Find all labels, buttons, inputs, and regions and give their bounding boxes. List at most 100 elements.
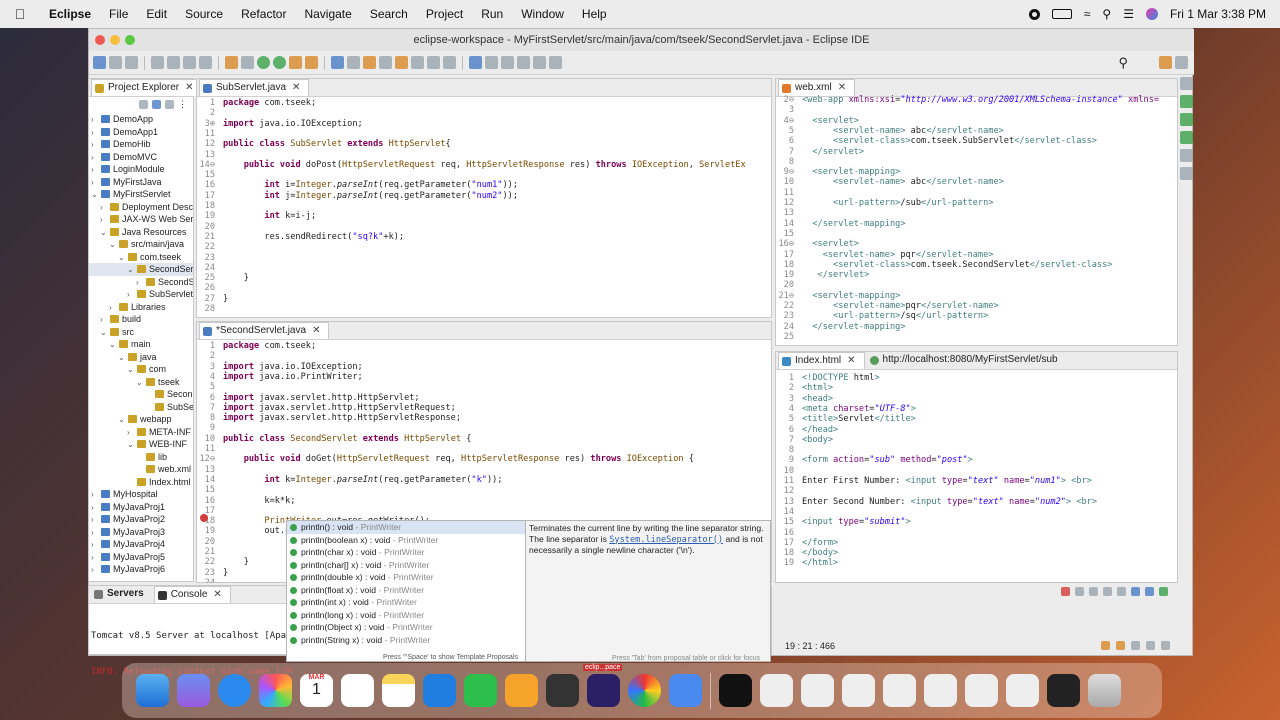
tree-item[interactable]: › MyJavaProj2 xyxy=(89,513,193,526)
tree-item[interactable]: › Deployment Descr xyxy=(89,201,193,214)
tree-item[interactable]: ⌄ Java Resources xyxy=(89,226,193,239)
tree-item[interactable]: web.xml xyxy=(89,463,193,476)
tree-item[interactable]: ⌄ MyFirstServlet xyxy=(89,188,193,201)
open-console-icon[interactable] xyxy=(1159,587,1168,596)
record-icon[interactable] xyxy=(1028,8,1040,20)
status-icon-1[interactable] xyxy=(1101,641,1110,650)
tree-item[interactable]: › DemoApp1 xyxy=(89,126,193,139)
code-line[interactable]: int j=Integer.parseInt(req.getParameter(… xyxy=(223,191,518,201)
tab-indexhtml[interactable]: Index.html ✕ xyxy=(778,352,865,369)
tree-item[interactable]: › LoginModule xyxy=(89,163,193,176)
trim-restore-icon[interactable] xyxy=(1179,77,1193,90)
toolbar-icon-9[interactable] xyxy=(241,56,254,69)
filter-icon[interactable] xyxy=(165,99,174,109)
code-line[interactable]: import java.io.IOException; xyxy=(223,119,363,129)
toolbar-icon-26[interactable] xyxy=(501,56,514,69)
show-whitespace-icon[interactable] xyxy=(443,56,456,69)
menu-source[interactable]: Source xyxy=(176,7,232,21)
close-icon[interactable]: ✕ xyxy=(292,82,300,93)
tree-item[interactable]: › Libraries xyxy=(89,301,193,314)
menu-refactor[interactable]: Refactor xyxy=(232,7,295,21)
expand-arrow-icon[interactable]: › xyxy=(91,514,101,527)
run-icon[interactable] xyxy=(273,56,286,69)
perspective-java-ee-icon[interactable] xyxy=(1159,56,1172,69)
tab-webxml[interactable]: web.xml ✕ xyxy=(778,79,856,96)
quicktime-icon[interactable] xyxy=(669,674,702,707)
code-line[interactable]: import java.io.PrintWriter; xyxy=(223,372,363,382)
tree-item[interactable]: ⌄ com.tseek xyxy=(89,251,193,264)
tree-item[interactable]: › DemoMVC xyxy=(89,151,193,164)
tree-item[interactable]: Index.html xyxy=(89,476,193,489)
tree-item[interactable]: › MyJavaProj1 xyxy=(89,501,193,514)
toggle-highlight-icon[interactable] xyxy=(395,56,408,69)
tab-project-explorer[interactable]: Project Explorer ✕ xyxy=(91,79,203,96)
zoom-window-icon[interactable] xyxy=(125,35,135,45)
eclipse-icon[interactable]: eclip...pace xyxy=(583,664,623,707)
menu-clock[interactable]: Fri 1 Mar 3:38 PM xyxy=(1170,7,1266,21)
menu-edit[interactable]: Edit xyxy=(137,7,176,21)
expand-arrow-icon[interactable]: › xyxy=(91,539,101,552)
webxml-code[interactable]: 2⊖ <web-app xmlns:xsi="http://www.w3.org/… xyxy=(776,95,1176,345)
toolbar-icon-29[interactable] xyxy=(549,56,562,69)
code-line[interactable]: k=k*k; xyxy=(223,496,295,506)
spotlight-search-icon[interactable]: ⚲ xyxy=(1102,7,1111,21)
status-icon-3[interactable] xyxy=(1131,641,1140,650)
code-line[interactable]: <servlet-name>pqr</servlet-name> xyxy=(802,301,999,311)
code-line[interactable]: int i=Integer.parseInt(req.getParameter(… xyxy=(223,180,518,190)
code-line[interactable]: <head> xyxy=(802,394,833,404)
menu-run[interactable]: Run xyxy=(472,7,512,21)
tab-servers[interactable]: Servers xyxy=(91,586,152,603)
tree-item[interactable]: ⌄ main xyxy=(89,338,193,351)
code-line[interactable]: } xyxy=(223,557,249,567)
proposal-item[interactable]: println(Object x) : void - PrintWriter xyxy=(287,621,525,634)
new-class-icon[interactable] xyxy=(331,56,344,69)
expand-arrow-icon[interactable]: › xyxy=(100,214,110,227)
code-line[interactable]: import javax.servlet.http.HttpServlet; xyxy=(223,393,420,403)
recent-window-4[interactable] xyxy=(842,674,875,707)
tree-item[interactable]: › MyHospital xyxy=(89,488,193,501)
recent-window-1[interactable] xyxy=(719,674,752,707)
code-line[interactable]: </servlet> xyxy=(802,270,870,280)
tree-item[interactable]: › DemoApp xyxy=(89,113,193,126)
menu-app-name[interactable]: Eclipse xyxy=(40,7,100,21)
code-line[interactable]: public class SubServlet extends HttpServ… xyxy=(223,139,451,149)
tab-secondservlet[interactable]: *SecondServlet.java ✕ xyxy=(199,322,330,339)
tree-item[interactable]: ⌄ src/main/java xyxy=(89,238,193,251)
code-line[interactable]: int k=Integer.parseInt(req.getParameter(… xyxy=(223,475,502,485)
expand-arrow-icon[interactable]: ⌄ xyxy=(127,364,137,377)
keynote-icon[interactable] xyxy=(423,674,456,707)
tree-item[interactable]: ⌄ WEB-INF xyxy=(89,438,193,451)
expand-arrow-icon[interactable]: › xyxy=(91,114,101,127)
proposal-item[interactable]: println(char[] x) : void - PrintWriter xyxy=(287,559,525,572)
tree-item[interactable]: › MyJavaProj4 xyxy=(89,538,193,551)
debug-icon[interactable] xyxy=(257,56,270,69)
code-line[interactable]: <servlet> xyxy=(802,116,859,126)
close-icon[interactable]: ✕ xyxy=(847,355,855,366)
expand-arrow-icon[interactable]: ⌄ xyxy=(109,239,119,252)
proposal-item[interactable]: println(boolean x) : void - PrintWriter xyxy=(287,534,525,547)
minimize-window-icon[interactable] xyxy=(110,35,120,45)
terminate-icon[interactable] xyxy=(1061,587,1070,596)
menu-navigate[interactable]: Navigate xyxy=(295,7,360,21)
code-line[interactable]: import java.io.IOException; xyxy=(223,362,363,372)
tree-item[interactable]: lib xyxy=(89,451,193,464)
expand-arrow-icon[interactable]: › xyxy=(91,139,101,152)
status-icon-2[interactable] xyxy=(1116,641,1125,650)
tree-item[interactable]: SubSe xyxy=(89,401,193,414)
code-line[interactable]: <url-pattern>/sub</url-pattern> xyxy=(802,198,993,208)
status-icon-4[interactable] xyxy=(1146,641,1155,650)
code-line[interactable]: </html> xyxy=(802,558,838,568)
code-line[interactable]: </servlet-mapping> xyxy=(802,219,905,229)
save-all-icon[interactable] xyxy=(125,56,138,69)
new-package-icon[interactable] xyxy=(347,56,360,69)
chrome-icon[interactable] xyxy=(628,674,661,707)
proposal-item[interactable]: println(int x) : void - PrintWriter xyxy=(287,596,525,609)
notes-icon[interactable] xyxy=(382,674,415,707)
back-icon[interactable] xyxy=(517,56,530,69)
code-line[interactable]: <!DOCTYPE html> xyxy=(802,373,880,383)
subservlet-code[interactable]: 1 package com.tseek; 2 3⊕ import java.io.IOE… xyxy=(197,98,771,318)
tab-console[interactable]: Console ✕ xyxy=(153,586,231,603)
terminal-icon[interactable] xyxy=(151,56,164,69)
remove-all-icon[interactable] xyxy=(1089,587,1098,596)
proposal-item[interactable]: println() : void - PrintWriter xyxy=(287,521,525,534)
